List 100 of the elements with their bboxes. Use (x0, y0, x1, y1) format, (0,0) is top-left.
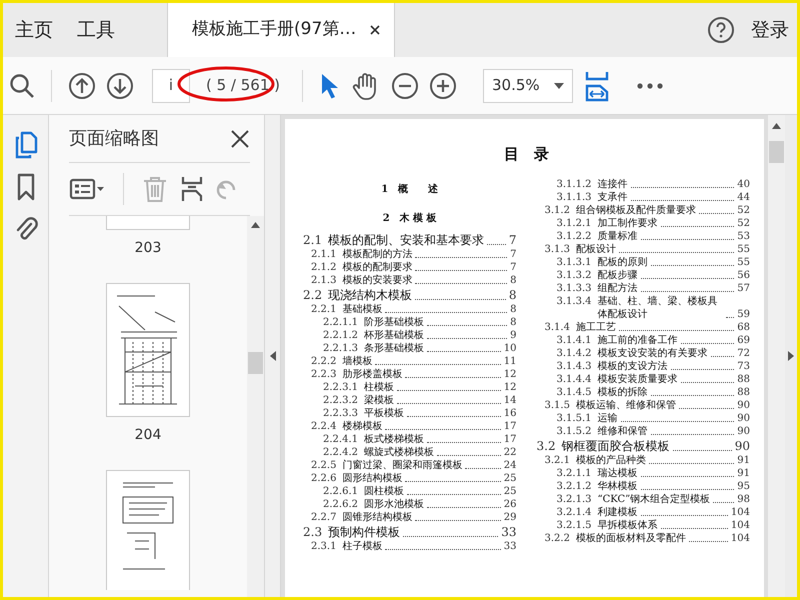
toc-title: 条形基础模板 (364, 342, 424, 354)
close-icon[interactable] (370, 25, 380, 35)
toc-title: 钢框覆面胶合板模板 (562, 438, 670, 454)
toc-title: 柱模板 (364, 380, 394, 394)
toc-page-number: 24 (504, 458, 516, 472)
page-thumbnail[interactable] (106, 283, 190, 417)
toc-number: 3.1.4.1 (556, 334, 592, 346)
toc-number: 2.2.5 (311, 458, 336, 472)
chapter-heading: 1 概 述 (380, 182, 440, 196)
toc-number: 3.1.5 (544, 398, 570, 412)
toc-number: 3.1.3.1 (556, 256, 592, 268)
toc-title: “CKC”钢木组合定型模板 (598, 492, 710, 506)
toc-page-number: 7 (510, 260, 516, 274)
list-options-icon[interactable] (69, 177, 105, 201)
toc-title: 模板支设安装的有关要求 (598, 346, 708, 360)
nav-tab[interactable]: 主页 (3, 3, 65, 57)
toc-page-number: 7 (510, 248, 516, 260)
page-number-field[interactable]: i (152, 68, 190, 102)
toc-number: 3.2.1.4 (556, 506, 592, 518)
toc-number: 2.2.6.2 (323, 498, 358, 510)
zoom-in-icon[interactable] (429, 72, 458, 100)
toc-number: 3.1.2 (544, 204, 570, 216)
toc-page-number: 11 (504, 354, 516, 368)
scrollbar-thumb[interactable] (769, 141, 784, 163)
toc-number: 2.2.6.1 (323, 484, 358, 498)
caret-icon[interactable] (554, 82, 564, 88)
toc-page-number: 90 (737, 412, 750, 424)
scroll-up-icon[interactable] (772, 123, 781, 129)
toc-title: 门窗过梁、圈梁和雨篷模板 (342, 458, 462, 472)
toc-title: 华林模板 (598, 480, 638, 492)
toc-page-number: 53 (737, 230, 750, 242)
pages-icon[interactable] (14, 131, 38, 159)
toc-title: 楼梯模板 (342, 420, 382, 432)
toc-page-number: 26 (504, 498, 516, 510)
toc-title: 圆锥形结构模板 (342, 510, 412, 524)
page-count: ( 5 / 561 ) (200, 74, 286, 97)
close-icon[interactable] (230, 128, 250, 148)
toc-number: 3.2.1.5 (556, 518, 592, 532)
toc-title: 施工工艺 (576, 320, 616, 334)
toc-page-number: 73 (737, 360, 750, 372)
search-icon[interactable] (9, 72, 35, 98)
document-heading: 目 录 (503, 144, 550, 165)
insert-page-icon[interactable] (180, 175, 204, 203)
toc-title: 模板配制的方法 (342, 248, 412, 260)
toc-page-number: 90 (737, 424, 750, 438)
toc-page-number: 104 (730, 532, 750, 544)
scroll-up-icon[interactable] (251, 222, 260, 228)
zoom-value[interactable]: 30.5% (492, 74, 540, 97)
toc-number: 2.1 (303, 232, 322, 248)
page-thumbnail[interactable] (106, 470, 190, 590)
bookmark-icon[interactable] (16, 173, 36, 201)
toc-page-number: 55 (737, 256, 750, 268)
nav-tab[interactable]: 工具 (65, 3, 127, 57)
page-thumbnail[interactable] (106, 216, 190, 230)
toc-title: 利建模板 (598, 506, 638, 518)
toc-title: 圆形水池模板 (364, 498, 424, 510)
scrollbar-thumb[interactable] (248, 352, 263, 374)
toc-title: 基础模板 (342, 302, 382, 316)
toc-page-number: 8 (508, 286, 516, 302)
toc-number: 3.2 (536, 438, 556, 454)
more-icon[interactable] (637, 82, 664, 88)
toc-page-number: 52 (737, 204, 750, 216)
toc-title: 板式楼梯模板 (364, 432, 424, 446)
toc-title: 配板步骤 (598, 268, 638, 282)
expand-arrow-icon[interactable] (788, 351, 794, 361)
toc-number: 3.1.4.3 (556, 360, 592, 372)
toc-title: 配板设计 (576, 242, 616, 256)
toc-title: 模板的支设方法 (598, 360, 668, 372)
toc-page-number: 8 (510, 316, 516, 328)
toc-title: 模板的安装要求 (342, 274, 412, 286)
zoom-dropdown[interactable]: 30.5% (483, 68, 574, 102)
toc-page-number: 104 (730, 506, 750, 518)
sign-in-link[interactable]: 登录 (751, 16, 789, 44)
toc-number: 3.1.5.1 (556, 412, 592, 424)
toc-page-number: 91 (737, 454, 750, 466)
toc-number: 2.2.1.3 (323, 342, 358, 354)
toc-number: 3.1.4 (544, 320, 570, 334)
toc-number: 2.2.6 (311, 472, 336, 484)
toc-title: 基础、柱、墙、梁、楼板具体配板设计 (598, 294, 718, 320)
toc-page-number: 8 (510, 302, 516, 316)
toc-page-number: 8 (510, 274, 516, 286)
toc-title: 加工制作要求 (598, 216, 658, 230)
collapse-arrow-icon[interactable] (270, 351, 276, 361)
toc-number: 3.1.3.2 (556, 268, 592, 282)
toc-page-number: 69 (737, 334, 750, 346)
zoom-out-icon[interactable] (391, 72, 420, 100)
toc-title: 组合钢模板及配件质量要求 (576, 204, 696, 216)
toc-number: 2.2.1.1 (323, 316, 358, 328)
toc-number: 2.1.3 (311, 274, 336, 286)
toc-number: 3.2.2 (544, 532, 570, 544)
toc-page-number: 72 (737, 346, 750, 360)
toc-page-number: 25 (504, 484, 516, 498)
toc-title: 模板运输、维修和保管 (576, 398, 676, 412)
toc-title: 连接件 (598, 178, 628, 190)
toc-number: 2.2 (303, 286, 322, 302)
tab-label[interactable]: 模板施工手册(97第… (192, 17, 356, 43)
toc-title: 柱子模板 (342, 540, 382, 552)
help-icon[interactable] (707, 16, 735, 44)
toc-number: 3.1.4.5 (556, 386, 592, 398)
toc-title: 支承件 (598, 190, 628, 204)
